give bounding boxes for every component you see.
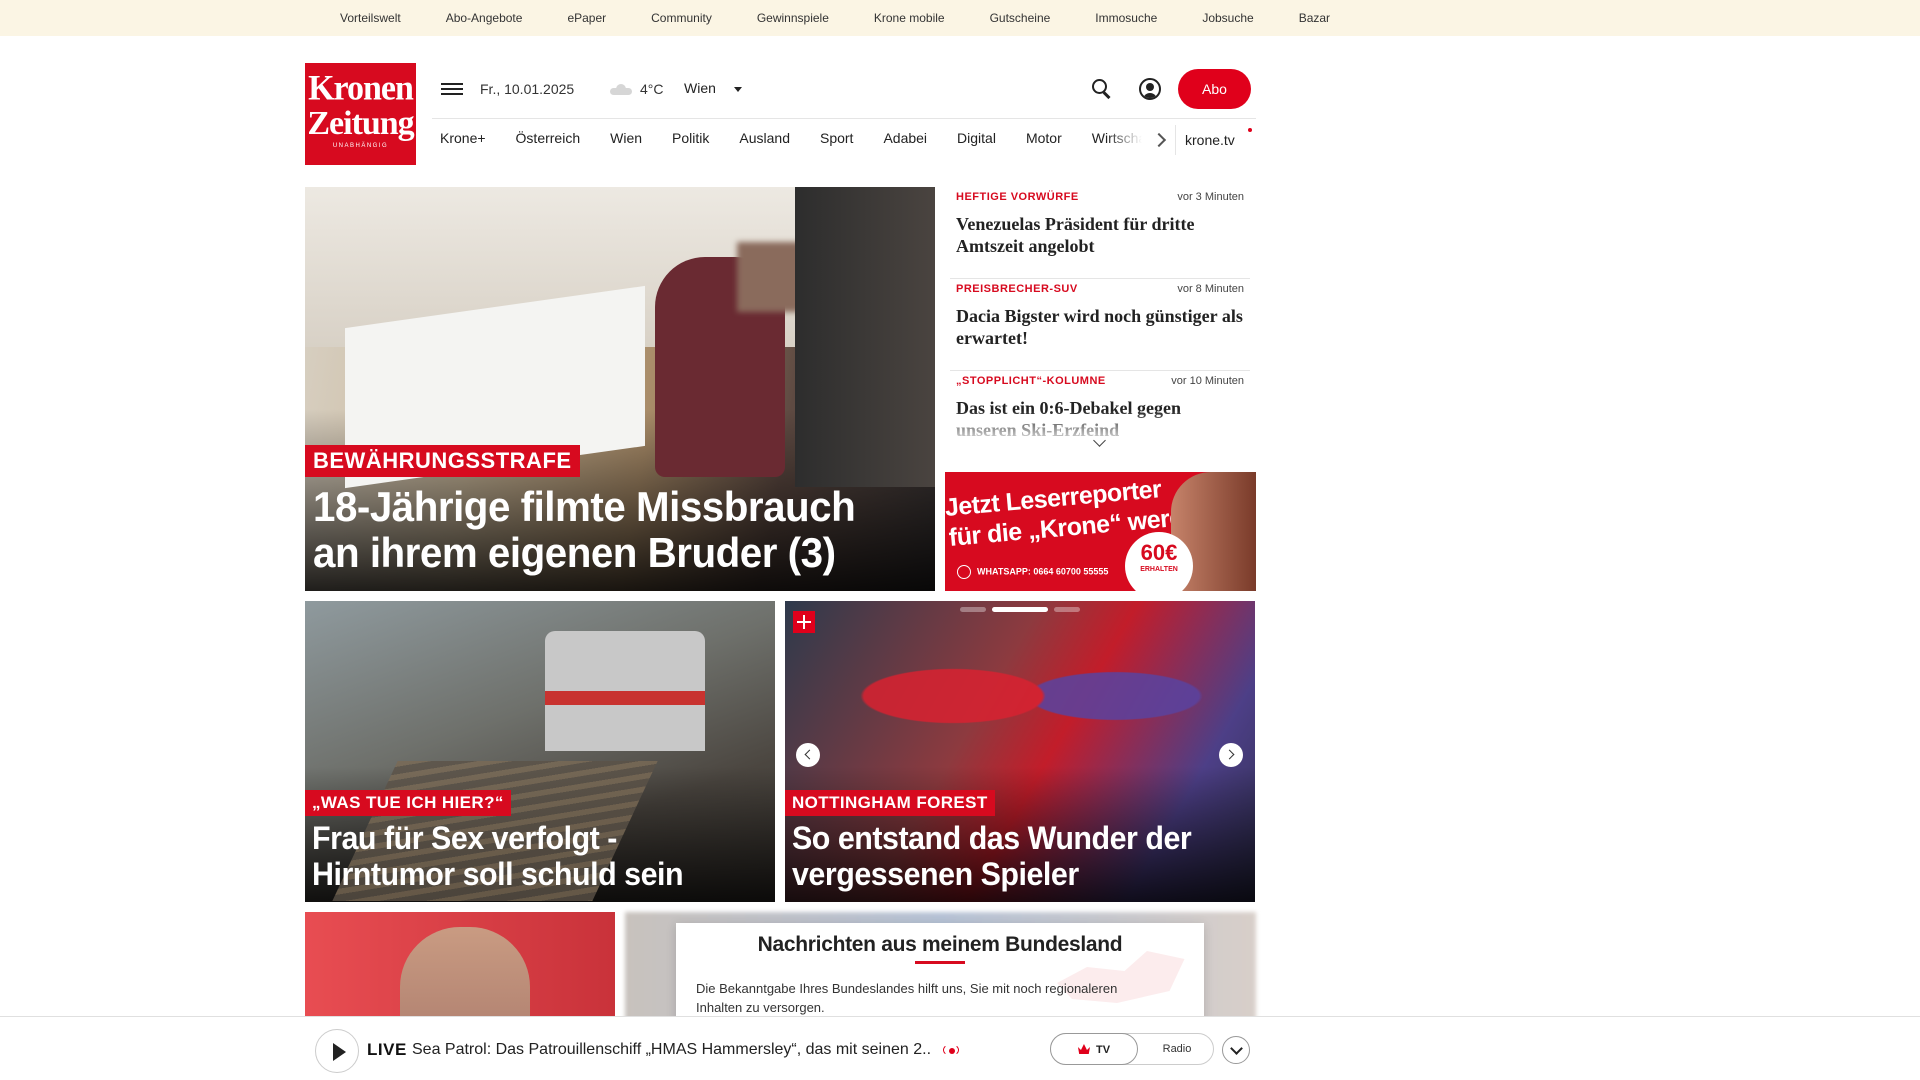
nav-item-digital[interactable]: Digital — [957, 130, 996, 152]
nav-item-krone-plus[interactable]: Krone+ — [440, 130, 486, 152]
temperature: 4°C — [640, 81, 664, 97]
utility-link-abo-angebote[interactable]: Abo-Angebote — [446, 11, 523, 25]
nav-item-politik[interactable]: Politik — [672, 130, 709, 152]
tv-label: TV — [1095, 1044, 1111, 1056]
tile-kicker: „WAS TUE ICH HIER?“ — [305, 790, 511, 816]
logo-tagline: UNABHÄNGIG — [332, 143, 389, 149]
cloud-icon — [610, 84, 632, 95]
tile-kicker: NOTTINGHAM FOREST — [785, 790, 995, 816]
utility-link-jobsuche[interactable]: Jobsuche — [1202, 11, 1253, 25]
utility-link-community[interactable]: Community — [651, 11, 712, 25]
region-prompt-text: Die Bekanntgabe Ihres Bundeslandes hilft… — [696, 981, 1118, 1015]
carousel-tile[interactable]: NOTTINGHAM FOREST So entstand das Wunder… — [785, 601, 1255, 902]
tv-radio-toggle: TV Radio — [1050, 1033, 1214, 1065]
kronen-zeitung-logo[interactable]: Kronen Zeitung UNABHÄNGIG — [305, 63, 416, 165]
chevron-down-icon[interactable] — [1222, 1036, 1250, 1064]
nav-separator — [1175, 125, 1176, 155]
nav-fade — [1107, 128, 1157, 154]
live-player-bar: LIVE Sea Patrol: Das Patrouillenschiff „… — [0, 1016, 1920, 1080]
ad-whatsapp-number: WHATSAPP: 0664 60700 55555 — [977, 566, 1109, 577]
nav-item-sport[interactable]: Sport — [820, 130, 853, 152]
ad-price-sub: ERHALTEN — [1140, 566, 1178, 573]
carousel-dot[interactable] — [1054, 607, 1080, 612]
tile-image — [845, 621, 1205, 771]
news-title[interactable]: Venezuelas Präsident für dritte Amtszeit… — [956, 213, 1244, 257]
tile-image — [545, 631, 705, 751]
chevron-right-icon[interactable] — [1219, 743, 1243, 767]
account-icon[interactable] — [1139, 78, 1161, 100]
chevron-left-icon[interactable] — [796, 743, 820, 767]
tile-headline[interactable]: Frau für Sex verfolgt - Hirntumor soll s… — [312, 820, 740, 892]
whatsapp-icon — [957, 565, 971, 579]
region-label: Wien — [684, 80, 716, 96]
live-program-title[interactable]: Sea Patrol: Das Patrouillenschiff „HMAS … — [412, 1041, 932, 1059]
chevron-right-icon[interactable] — [1154, 133, 1164, 147]
broadcast-icon — [941, 1044, 963, 1058]
hero-image-bystanders — [795, 187, 935, 487]
utility-link-vorteilswelt[interactable]: Vorteilswelt — [340, 11, 401, 25]
radio-option[interactable]: Radio — [1139, 1033, 1215, 1065]
news-item[interactable]: HEFTIGE VORWÜRFE vor 3 Minuten Venezuela… — [950, 187, 1250, 279]
hero-article[interactable]: BEWÄHRUNGSSTRAFE 18-Jährige filmte Missb… — [305, 187, 935, 591]
utility-link-gutscheine[interactable]: Gutscheine — [990, 11, 1051, 25]
logo-line-2: Zeitung — [307, 105, 414, 142]
news-time: vor 10 Minuten — [1171, 375, 1244, 387]
nav-item-ausland[interactable]: Ausland — [739, 130, 790, 152]
hero-headline[interactable]: 18-Jährige filmte Missbrauch an ihrem ei… — [313, 484, 899, 576]
nav-item-motor[interactable]: Motor — [1026, 130, 1062, 152]
play-icon[interactable] — [315, 1029, 359, 1073]
menu-icon[interactable] — [441, 80, 463, 98]
nav-item-wien[interactable]: Wien — [610, 130, 642, 152]
current-date: Fr., 10.01.2025 — [480, 81, 575, 97]
crown-icon — [1077, 1044, 1090, 1054]
region-prompt-title: Nachrichten aus meinem Bundesland — [757, 933, 1123, 956]
ad-price: 60€ — [1140, 540, 1178, 565]
live-label: LIVE — [367, 1040, 407, 1059]
utility-link-gewinnspiele[interactable]: Gewinnspiele — [757, 11, 829, 25]
carousel-indicators — [960, 607, 1086, 612]
category-nav: Krone+ Österreich Wien Politik Ausland S… — [432, 130, 1157, 152]
chevron-down-icon[interactable] — [1093, 436, 1107, 448]
tile-headline[interactable]: So entstand das Wunder der vergessenen S… — [792, 820, 1220, 892]
news-item[interactable]: PREISBRECHER-SUV vor 8 Minuten Dacia Big… — [950, 279, 1250, 371]
region-select[interactable]: Wien — [684, 80, 742, 96]
carousel-dot-active[interactable] — [992, 607, 1048, 612]
abo-button[interactable]: Abo — [1178, 69, 1251, 109]
article-tile[interactable]: „WAS TUE ICH HIER?“ Frau für Sex verfolg… — [305, 601, 775, 902]
live-dot-icon — [1248, 128, 1252, 132]
utility-links: Vorteilswelt Abo-Angebote ePaper Communi… — [340, 0, 1375, 36]
header-divider — [432, 118, 1256, 119]
carousel-dot[interactable] — [960, 607, 986, 612]
utility-link-bazar[interactable]: Bazar — [1299, 11, 1330, 25]
title-underline — [915, 961, 965, 964]
chevron-down-icon — [733, 86, 742, 92]
news-time: vor 3 Minuten — [1177, 191, 1244, 203]
news-time: vor 8 Minuten — [1177, 283, 1244, 295]
nav-item-krone-tv[interactable]: krone.tv — [1185, 132, 1235, 148]
logo-line-1: Kronen — [308, 69, 414, 108]
krone-plus-icon — [793, 611, 815, 633]
nav-item-oesterreich[interactable]: Österreich — [516, 130, 581, 152]
hero-kicker: BEWÄHRUNGSSTRAFE — [305, 445, 580, 477]
utility-link-krone-mobile[interactable]: Krone mobile — [874, 11, 945, 25]
tv-option[interactable]: TV — [1050, 1033, 1138, 1065]
ad-price-badge: 60€ ERHALTEN — [1125, 532, 1193, 591]
search-icon[interactable] — [1091, 78, 1113, 100]
news-title[interactable]: Dacia Bigster wird noch günstiger als er… — [956, 305, 1244, 349]
utility-bar: Vorteilswelt Abo-Angebote ePaper Communi… — [0, 0, 1920, 36]
ad-whatsapp: WHATSAPP: 0664 60700 55555 — [957, 565, 1108, 579]
leserreporter-ad[interactable]: Jetzt Leserreporter für die „Krone“ werd… — [945, 472, 1256, 591]
utility-link-immosuche[interactable]: Immosuche — [1095, 11, 1157, 25]
nav-item-adabei[interactable]: Adabei — [883, 130, 927, 152]
utility-link-epaper[interactable]: ePaper — [567, 11, 606, 25]
